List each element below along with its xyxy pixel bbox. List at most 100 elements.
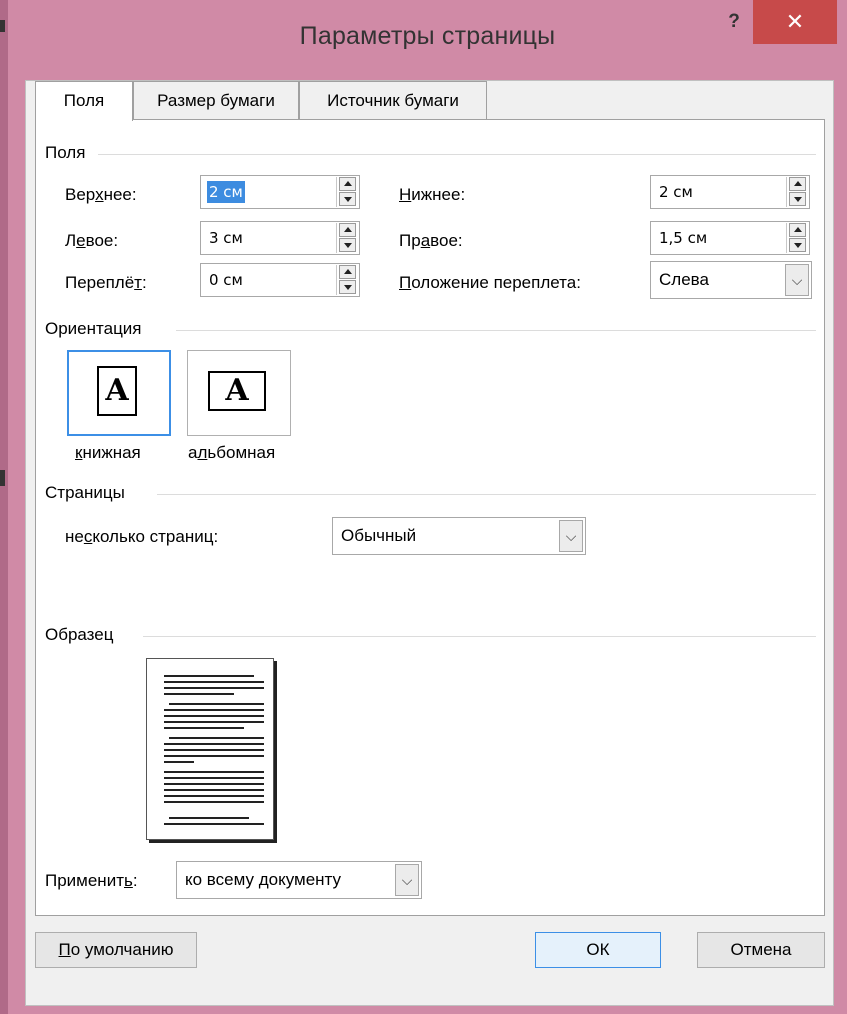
preview-line (164, 687, 264, 689)
ok-button[interactable]: ОК (535, 932, 661, 968)
spin-up-icon[interactable] (789, 223, 806, 237)
preview-line (164, 709, 264, 711)
chevron-down-icon[interactable]: ⌵ (395, 864, 419, 896)
preview-line (164, 715, 264, 717)
right-margin-value[interactable]: 1,5 см (659, 222, 707, 254)
tab-margins[interactable]: Поля (35, 81, 133, 121)
preview-line (164, 789, 264, 791)
label-text: Л (65, 231, 77, 250)
right-margin-spinner[interactable]: 1,5 см (650, 221, 810, 255)
orientation-section-label: Ориентация (45, 319, 142, 338)
close-button[interactable]: ✕ (753, 0, 837, 44)
preview-line (164, 783, 264, 785)
portrait-label[interactable]: книжная (75, 443, 141, 463)
label-text: : (141, 273, 147, 292)
gutter-label: Переплёт: (65, 273, 147, 293)
preview-line (164, 749, 264, 751)
spinner-arrows (786, 223, 808, 253)
spin-down-icon[interactable] (789, 192, 806, 206)
gutter-spinner[interactable]: 0 см (200, 263, 360, 297)
spin-down-icon[interactable] (339, 238, 356, 252)
spin-up-icon[interactable] (339, 223, 356, 237)
chevron-down-icon[interactable]: ⌵ (559, 520, 583, 552)
help-icon: ? (728, 11, 740, 32)
label-accelerator: ь (123, 871, 133, 890)
tab-page-margins: Поля Верхнее: 2 см Левое: 3 см Переплёт:… (35, 119, 825, 916)
preview-line (164, 795, 264, 797)
spin-down-icon[interactable] (339, 280, 356, 294)
chevron-down-icon[interactable]: ⌵ (785, 264, 809, 296)
multiple-pages-label: несколько страниц: (65, 527, 218, 547)
apply-to-dropdown[interactable]: ко всему документу ⌵ (176, 861, 422, 899)
label-text: колько страниц: (92, 527, 219, 546)
gutter-value[interactable]: 0 см (209, 264, 243, 296)
background-window-edge (0, 0, 8, 1014)
top-margin-value[interactable]: 2 см (207, 181, 245, 203)
preview-line (164, 761, 194, 763)
landscape-page-icon: A (208, 371, 266, 411)
gutter-position-dropdown[interactable]: Слева ⌵ (650, 261, 812, 299)
spin-up-icon[interactable] (789, 177, 806, 191)
title-bar[interactable]: Параметры страницы ? ✕ (8, 0, 847, 80)
tab-paper-size[interactable]: Размер бумаги (133, 81, 299, 120)
label-text: Пр (399, 231, 421, 250)
section-divider (98, 154, 816, 155)
preview-line (164, 727, 244, 729)
portrait-option[interactable]: A (67, 350, 171, 436)
tab-label: Источник бумаги (327, 91, 459, 110)
pages-section-label: Страницы (45, 483, 125, 502)
portrait-glyph: A (105, 373, 129, 408)
top-margin-spinner[interactable]: 2 см (200, 175, 360, 209)
section-divider (157, 494, 816, 495)
tab-label: Размер бумаги (157, 91, 275, 110)
portrait-page-icon: A (97, 366, 137, 416)
background-mark (0, 20, 5, 32)
label-text: вое: (85, 231, 119, 250)
gutter-position-label: Положение переплета: (399, 273, 581, 293)
label-text: нее: (103, 185, 137, 204)
left-margin-spinner[interactable]: 3 см (200, 221, 360, 255)
label-text: ьбомная (207, 443, 276, 462)
label-accelerator: Н (399, 185, 412, 204)
label-accelerator: П (399, 273, 412, 292)
spin-up-icon[interactable] (339, 265, 356, 279)
spin-down-icon[interactable] (789, 238, 806, 252)
apply-to-value: ко всему документу (185, 870, 342, 889)
preview-line (164, 771, 264, 773)
left-margin-label: Левое: (65, 231, 118, 251)
preview-line (164, 675, 254, 677)
preview-line (169, 817, 249, 819)
multiple-pages-value: Обычный (341, 526, 417, 545)
spin-down-icon[interactable] (339, 192, 356, 206)
cancel-button[interactable]: Отмена (697, 932, 825, 968)
close-icon: ✕ (785, 9, 805, 34)
bottom-margin-value[interactable]: 2 см (659, 176, 693, 208)
preview-line (164, 755, 264, 757)
page-setup-dialog: Параметры страницы ? ✕ Поля Размер бумаг… (8, 0, 847, 1014)
label-accelerator: е (76, 231, 86, 250)
preview-line (164, 801, 264, 803)
preview-line (164, 777, 264, 779)
spinner-arrows (336, 223, 358, 253)
left-margin-value[interactable]: 3 см (209, 222, 243, 254)
landscape-label[interactable]: альбомная (188, 443, 275, 463)
spinner-arrows (786, 177, 808, 207)
tab-paper-source[interactable]: Источник бумаги (299, 81, 487, 120)
page-preview (146, 658, 274, 840)
label-text: вое: (430, 231, 463, 250)
multiple-pages-dropdown[interactable]: Обычный ⌵ (332, 517, 586, 555)
background-mark (0, 470, 5, 486)
label-accelerator: х (95, 185, 104, 204)
preview-line (169, 703, 264, 705)
help-button[interactable]: ? (716, 4, 752, 40)
set-as-default-button[interactable]: По умолчанию (35, 932, 197, 968)
landscape-option[interactable]: A (187, 350, 291, 436)
label-text: оложение переплета: (411, 273, 581, 292)
spin-up-icon[interactable] (339, 177, 356, 191)
landscape-glyph: A (225, 373, 249, 408)
preview-line (164, 693, 234, 695)
bottom-margin-spinner[interactable]: 2 см (650, 175, 810, 209)
margins-section-label: Поля (45, 143, 86, 162)
apply-label: Применить: (45, 871, 138, 891)
label-accelerator: л (197, 443, 208, 462)
